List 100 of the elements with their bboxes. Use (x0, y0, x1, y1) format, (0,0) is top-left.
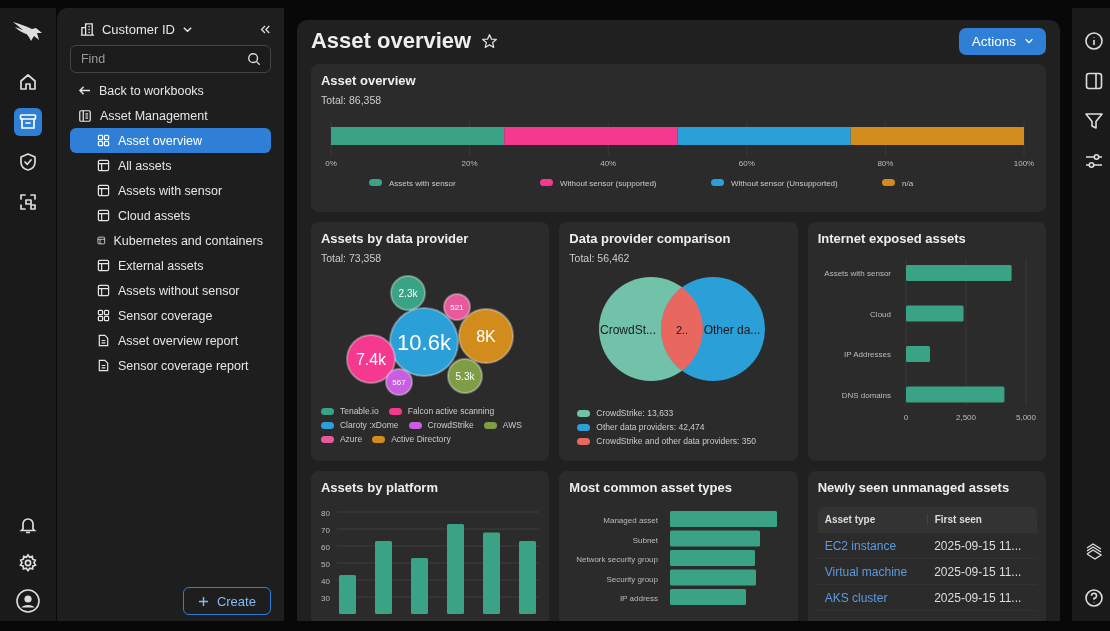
legend-label: Other data providers: 42,474 (596, 422, 705, 432)
legend-label: CrowdStrike (427, 420, 474, 430)
archive-rail-button[interactable] (13, 108, 42, 136)
sidebar-item[interactable]: Cloud assets (69, 203, 271, 228)
venn-label: Other da... (703, 323, 761, 337)
shield-check-icon (17, 152, 38, 172)
grid-icon (96, 309, 110, 322)
document-icon (96, 334, 110, 347)
axis-tick-label: 50 (320, 560, 330, 569)
category-label: Assets with sensor (824, 269, 891, 278)
settings-icon (17, 553, 38, 573)
table-icon (96, 234, 106, 247)
bell-icon (17, 515, 38, 535)
category-label: Managed asset (603, 516, 659, 525)
sidebar-item[interactable]: All assets (69, 153, 271, 178)
plus-icon (197, 595, 209, 607)
sidebar-item[interactable]: Asset overview report (69, 328, 271, 353)
table-icon (96, 284, 110, 297)
axis-tick-label: 20% (461, 159, 478, 168)
sidebar-item[interactable]: Sensor coverage report (69, 353, 271, 378)
card-title: Data provider comparison (569, 231, 731, 246)
card-title: Newly seen unmanaged assets (817, 480, 1010, 495)
legend-label: CrowdStrike: 13,633 (596, 408, 674, 418)
info-icon (1084, 31, 1104, 51)
bar (905, 346, 930, 362)
workbook-group[interactable]: Asset Management (69, 103, 271, 128)
building-icon (79, 22, 95, 37)
table-cell-text: 2025-09-15 11... (933, 564, 1023, 579)
legend-label: Falcon active scanning (407, 406, 495, 416)
category-label: Security group (606, 574, 659, 584)
sidebar-item[interactable]: Assets with sensor (69, 178, 271, 203)
table-icon (96, 209, 110, 222)
table-cell-text: 2025-09-15 11... (933, 538, 1023, 553)
column-header[interactable]: First seen (926, 514, 1037, 525)
axis-tick-label: 80 (320, 509, 330, 518)
sidebar-item[interactable]: External assets (69, 253, 271, 278)
bubble: 2.3k (389, 275, 426, 311)
axis-tick-label: 100% (1013, 159, 1035, 168)
axis-tick-label: 70 (320, 526, 330, 535)
axis-tick-label: 0 (903, 413, 908, 422)
search-field[interactable]: Find (69, 45, 271, 73)
archive-box-icon (17, 112, 38, 132)
legend-label: Tenable.io (339, 406, 379, 416)
legend-label: CrowdStrike and other data providers: 350 (596, 436, 756, 446)
collapse-sidebar-button[interactable] (258, 24, 271, 35)
actions-button[interactable]: Actions (958, 27, 1047, 55)
sliders-icon (1084, 151, 1104, 171)
asset-link[interactable]: AKS cluster (817, 590, 928, 605)
user-avatar-button[interactable] (13, 587, 42, 615)
legend-label: Azure (339, 434, 363, 444)
category-label: IP Addresses (843, 350, 891, 359)
arrow-left-icon (77, 85, 91, 96)
column-header[interactable]: Asset type (817, 514, 927, 525)
legend-label: Without sensor (supported) (559, 179, 657, 188)
sidebar-item[interactable]: Assets without sensor (69, 278, 271, 303)
axis-tick-label: 80% (877, 159, 894, 168)
page-title: Asset overview (310, 28, 472, 54)
axis-tick-label: 40 (320, 577, 330, 586)
double-chevron-icon (258, 24, 271, 35)
sidebar-item[interactable]: Kubernetes and containers (69, 228, 271, 253)
layers-icon (1084, 542, 1104, 562)
legend-label: Active Directory (391, 434, 451, 444)
create-button[interactable]: Create (182, 587, 271, 615)
bubble: 521 (442, 293, 471, 321)
axis-tick-label: 0% (325, 159, 337, 168)
total-label: Total: 56,462 (569, 252, 630, 264)
axis-tick-label: 40% (600, 159, 617, 168)
side-panel-icon (1084, 71, 1104, 91)
legend-label: AWS (502, 420, 522, 430)
card-title: Most common asset types (569, 480, 732, 495)
sidebar-item[interactable]: Sensor coverage (69, 303, 271, 328)
category-label: Subnet (632, 535, 659, 545)
category-label: DNS domains (841, 390, 891, 400)
back-link[interactable]: Back to workbooks (69, 78, 271, 103)
search-icon (246, 52, 261, 66)
table-cell-text: 2025-09-15 11... (933, 590, 1023, 605)
workspace-dropdown[interactable]: Customer ID (79, 22, 193, 37)
table-icon (96, 259, 110, 272)
bar (338, 574, 356, 614)
bar (905, 305, 964, 322)
star-icon[interactable] (481, 32, 499, 50)
scan-icon (17, 192, 38, 212)
axis-tick-label: 60 (320, 543, 330, 552)
category-label: IP address (620, 594, 659, 603)
book-icon (77, 108, 92, 123)
asset-link[interactable]: Virtual machine (817, 564, 928, 579)
card-title: Assets by data provider (320, 231, 469, 246)
bar (410, 557, 428, 614)
caret-icon (1024, 36, 1035, 46)
asset-link[interactable]: EC2 instance (817, 538, 928, 553)
venn-label: 2.. (676, 324, 689, 336)
total-label: Total: 86,358 (320, 94, 382, 106)
grid-icon (96, 134, 110, 147)
table-icon (96, 184, 110, 197)
document-icon (96, 359, 110, 372)
sidebar-item[interactable]: Asset overview (69, 128, 271, 153)
axis-tick-label: 30 (320, 594, 330, 603)
venn-label: CrowdSt... (600, 323, 657, 337)
total-label: Total: 73,358 (320, 252, 382, 264)
legend-label: Assets with sensor (388, 179, 456, 188)
